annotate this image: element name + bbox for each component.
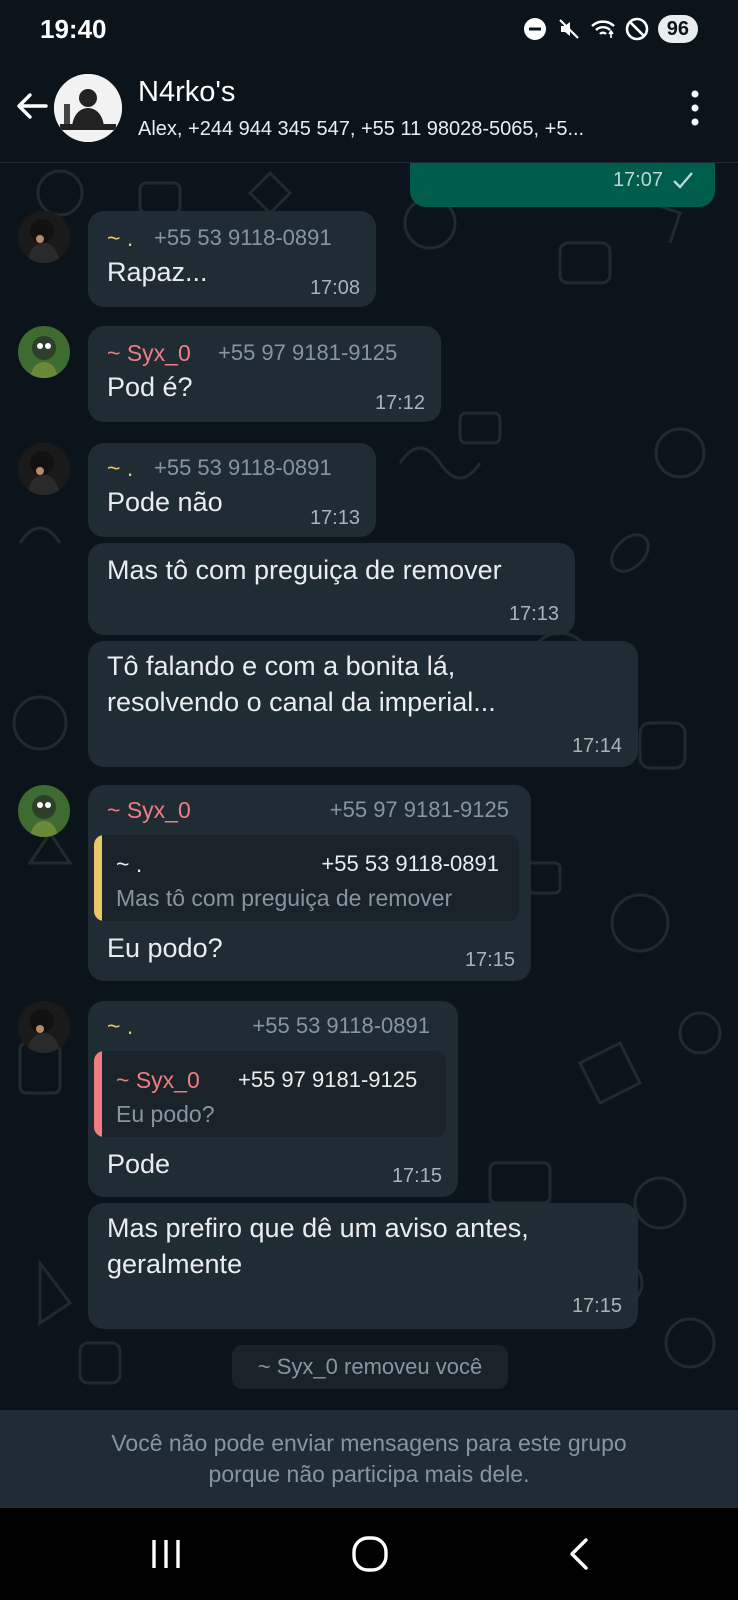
avatar-dot-image — [18, 211, 70, 263]
quote-sender-phone: +55 97 9181-9125 — [238, 1067, 418, 1092]
message-sender-phone: +55 53 9118-0891 — [252, 1013, 430, 1038]
status-icons: 96 — [522, 14, 698, 44]
battery-indicator: 96 — [657, 15, 698, 43]
chat-messages[interactable]: 17:07 ~ . +55 53 9118-0891 Rapaz... 17:0… — [0, 163, 738, 1410]
message-text-line1: Mas prefiro que dê um aviso antes, — [107, 1213, 529, 1243]
message-incoming[interactable]: ~ . +55 53 9118-0891 Pode não 17:13 — [88, 443, 376, 537]
message-incoming[interactable]: Tô falando e com a bonita lá, resolvendo… — [88, 641, 638, 767]
quote-accent-bar — [94, 1051, 102, 1137]
more-vertical-icon[interactable] — [688, 88, 702, 128]
blocked-icon — [625, 17, 649, 41]
message-time: 17:13 — [309, 507, 360, 529]
system-message: ~ Syx_0 removeu você — [232, 1345, 508, 1389]
avatar-dot[interactable] — [18, 1001, 70, 1053]
message-text: Pode não — [107, 487, 223, 517]
group-avatar[interactable] — [54, 74, 122, 142]
message-sender[interactable]: ~ . — [107, 455, 133, 482]
avatar-syx[interactable] — [18, 785, 70, 837]
quote-sender-phone: +55 53 9118-0891 — [321, 851, 499, 876]
avatar-dot-image — [18, 443, 70, 495]
quoted-message[interactable]: ~ Syx_0 +55 97 9181-9125 Eu podo? — [94, 1051, 446, 1137]
message-sender-phone: +55 97 9181-9125 — [218, 340, 398, 365]
quote-accent-bar — [94, 835, 102, 921]
message-text: Pode — [107, 1149, 171, 1179]
home-icon[interactable] — [346, 1532, 394, 1576]
message-text: Rapaz... — [107, 257, 208, 287]
message-text-line2: resolvendo o canal da imperial... — [107, 687, 496, 717]
message-sender[interactable]: ~ Syx_0 — [107, 797, 191, 824]
dnd-icon — [523, 18, 546, 40]
mute-icon — [558, 19, 579, 39]
wifi-icon — [590, 20, 615, 38]
recent-apps-icon[interactable] — [142, 1532, 190, 1576]
avatar-syx-image — [18, 785, 70, 837]
message-incoming-reply[interactable]: ~ Syx_0 +55 97 9181-9125 ~ . +55 53 9118… — [88, 785, 531, 981]
message-time: 17:14 — [571, 735, 622, 757]
chat-participants[interactable]: Alex, +244 944 345 547, +55 11 98028-506… — [138, 118, 663, 141]
message-time: 17:08 — [309, 277, 360, 299]
message-sender[interactable]: ~ . — [107, 1013, 133, 1040]
message-time: 17:13 — [508, 603, 559, 625]
avatar-dot[interactable] — [18, 443, 70, 495]
message-time: 17:15 — [391, 1165, 442, 1187]
message-sender-phone: +55 97 9181-9125 — [329, 797, 509, 822]
message-text: Pod é? — [107, 372, 193, 402]
footer-text: Você não pode enviar mensagens para este… — [60, 1428, 678, 1490]
nav-back-icon[interactable] — [556, 1532, 604, 1576]
chat-title[interactable]: N4rko's — [138, 76, 235, 109]
message-text-line2: geralmente — [107, 1249, 243, 1279]
message-incoming[interactable]: Mas tô com preguiça de remover 17:13 — [88, 543, 575, 635]
quote-sender: ~ . — [116, 851, 143, 877]
message-time: 17:15 — [464, 949, 515, 971]
message-text: Eu podo? — [107, 933, 223, 963]
message-incoming[interactable]: Mas prefiro que dê um aviso antes, geral… — [88, 1203, 638, 1329]
system-nav-bar — [0, 1508, 738, 1600]
status-bar: 19:40 96 — [0, 0, 738, 58]
quote-text: Mas tô com preguiça de remover — [116, 885, 453, 911]
group-avatar-image — [54, 74, 122, 142]
message-sender[interactable]: ~ . — [107, 225, 133, 252]
quoted-message[interactable]: ~ . +55 53 9118-0891 Mas tô com preguiça… — [94, 835, 519, 921]
message-incoming[interactable]: ~ . +55 53 9118-0891 Rapaz... 17:08 — [88, 211, 376, 307]
footer-notice: Você não pode enviar mensagens para este… — [0, 1410, 738, 1508]
message-sender-phone: +55 53 9118-0891 — [154, 225, 332, 250]
message-time: 17:12 — [374, 392, 425, 414]
message-time: 17:15 — [571, 1295, 622, 1317]
message-text: Mas tô com preguiça de remover — [107, 555, 502, 585]
sent-check-icon — [673, 172, 693, 189]
quote-sender: ~ Syx_0 — [116, 1067, 200, 1093]
message-text-line1: Tô falando e com a bonita lá, — [107, 651, 456, 681]
footer-line1: Você não pode enviar mensagens para este… — [111, 1430, 627, 1456]
quote-text: Eu podo? — [116, 1101, 215, 1127]
message-sender[interactable]: ~ Syx_0 — [107, 340, 191, 367]
avatar-dot[interactable] — [18, 211, 70, 263]
message-sender-phone: +55 53 9118-0891 — [154, 455, 332, 480]
message-outgoing[interactable]: 17:07 — [410, 163, 715, 207]
avatar-syx[interactable] — [18, 326, 70, 378]
avatar-dot-image — [18, 1001, 70, 1053]
message-time: 17:07 — [612, 169, 663, 191]
footer-line2: porque não participa mais dele. — [208, 1461, 530, 1487]
message-incoming-reply[interactable]: ~ . +55 53 9118-0891 ~ Syx_0 +55 97 9181… — [88, 1001, 458, 1197]
message-incoming[interactable]: ~ Syx_0 +55 97 9181-9125 Pod é? 17:12 — [88, 326, 441, 422]
chat-header: N4rko's Alex, +244 944 345 547, +55 11 9… — [0, 58, 738, 163]
status-time: 19:40 — [40, 14, 107, 44]
arrow-left-icon[interactable] — [12, 86, 52, 126]
avatar-syx-image — [18, 326, 70, 378]
